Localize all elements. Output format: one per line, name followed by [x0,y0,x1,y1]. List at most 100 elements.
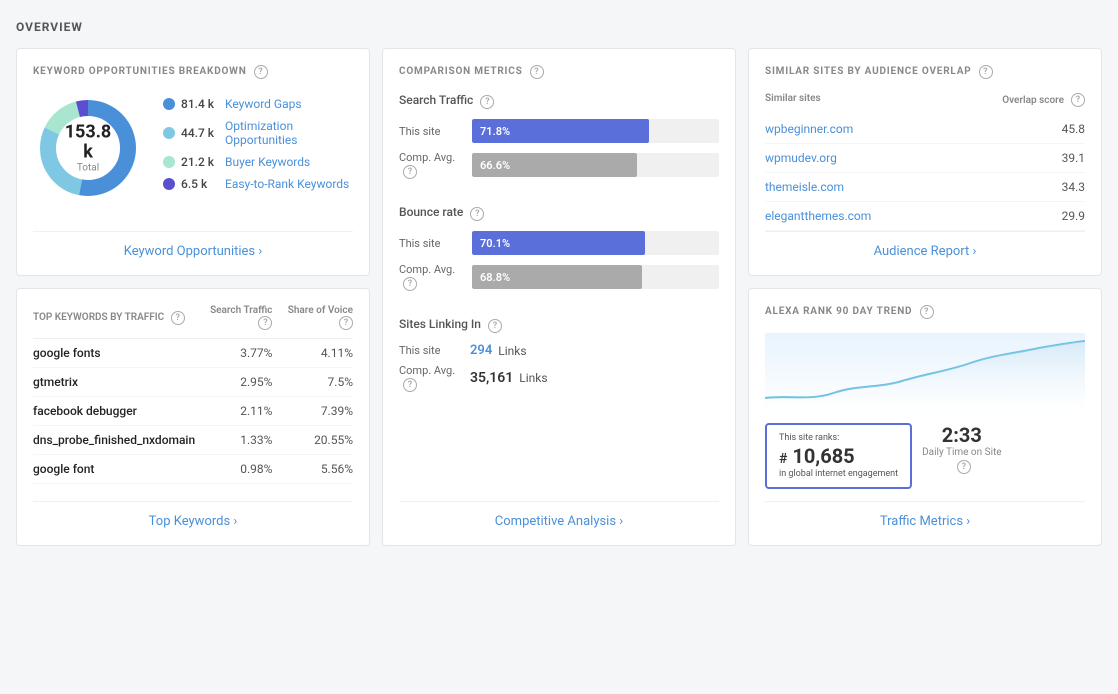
kw-table-row-2: facebook debugger 2.11% 7.39% [33,397,353,426]
similar-site-3[interactable]: elegantthemes.com [765,209,871,223]
donut-center: 153.8 k Total [61,123,116,174]
comparison-metrics-help-icon[interactable]: ? [530,65,544,79]
search-this-bar-wrap: 71.8% [472,119,719,143]
search-comp-bar-wrap: 66.6% [472,153,719,177]
legend-value-2: 21.2 k [181,155,219,169]
kw-table-row-1: gtmetrix 2.95% 7.5% [33,368,353,397]
donut-section: 153.8 k Total 81.4 k Keyword Gaps 44.7 k… [33,93,353,203]
donut-total-number: 153.8 k [61,123,116,163]
alexa-rank-sub: in global internet engagement [779,469,898,479]
top-keywords-card: TOP KEYWORDS BY TRAFFIC ? Search Traffic… [16,288,370,546]
similar-site-0[interactable]: wpbeginner.com [765,122,853,136]
search-this-bar: 71.8% [472,119,649,143]
kw-traffic-help-icon[interactable]: ? [258,316,272,330]
kw-share-help-icon[interactable]: ? [339,316,353,330]
bounce-rate-help-icon[interactable]: ? [470,207,484,221]
alexa-chart-svg [765,333,1085,413]
sites-comp-help-icon[interactable]: ? [403,378,417,392]
alexa-trend-chart [765,333,1085,413]
legend-item-2: 21.2 k Buyer Keywords [163,155,353,169]
similar-row-2: themeisle.com 34.3 [765,173,1085,202]
bounce-comp-help-icon[interactable]: ? [403,277,417,291]
legend-dot-2 [163,156,175,168]
sites-comp-text: Links [519,371,547,385]
comparison-metrics-card: COMPARISON METRICS ? Search Traffic ? Th… [382,48,736,546]
search-traffic-help-icon[interactable]: ? [480,95,494,109]
overlap-help-icon[interactable]: ? [1071,93,1085,107]
search-comp-row: Comp. Avg. ? 66.6% [399,151,719,179]
similar-score-1: 39.1 [1062,151,1085,165]
legend-link-1[interactable]: Optimization Opportunities [225,119,353,147]
kw-table-row-0: google fonts 3.77% 4.11% [33,339,353,368]
sites-linking-section: Sites Linking In ? This site 294 Links C… [399,317,719,398]
similar-score-0: 45.8 [1062,122,1085,136]
kw-cell-share-3: 20.55% [272,426,353,455]
similar-row-0: wpbeginner.com 45.8 [765,115,1085,144]
search-this-label: This site [399,125,464,138]
legend-value-0: 81.4 k [181,97,219,111]
traffic-metrics-link[interactable]: Traffic Metrics › [765,501,1085,529]
similar-col-overlap-wrap: Overlap score ? [1002,93,1085,107]
legend-link-3[interactable]: Easy-to-Rank Keywords [225,177,349,191]
sites-this-text: Links [498,344,526,358]
sites-linking-help-icon[interactable]: ? [488,319,502,333]
kw-cell-keyword-4: google font [33,455,195,484]
alexa-rank-number: # 10,685 [779,445,898,467]
kw-cell-keyword-2: facebook debugger [33,397,195,426]
alexa-rank-box: This site ranks: # 10,685 in global inte… [765,423,912,489]
legend-value-1: 44.7 k [181,126,219,140]
legend-value-3: 6.5 k [181,177,219,191]
competitive-analysis-link[interactable]: Competitive Analysis › [399,501,719,529]
bounce-this-label: This site [399,237,464,250]
legend-link-2[interactable]: Buyer Keywords [225,155,310,169]
page-title: OVERVIEW [16,20,1102,34]
legend-dot-0 [163,98,175,110]
keywords-table: TOP KEYWORDS BY TRAFFIC ? Search Traffic… [33,305,353,484]
similar-col-overlap: Overlap score [1002,95,1064,106]
keyword-breakdown-help-icon[interactable]: ? [254,65,268,79]
legend-dot-1 [163,127,175,139]
keyword-breakdown-card: KEYWORD OPPORTUNITIES BREAKDOWN ? [16,48,370,276]
kw-cell-traffic-2: 2.11% [195,397,272,426]
similar-row-1: wpmudev.org 39.1 [765,144,1085,173]
similar-sites-card: SIMILAR SITES BY AUDIENCE OVERLAP ? Simi… [748,48,1102,276]
similar-score-3: 29.9 [1062,209,1085,223]
audience-report-link[interactable]: Audience Report › [765,231,1085,259]
alexa-time-section: 2:33 Daily Time on Site ? [922,423,1001,474]
search-comp-help-icon[interactable]: ? [403,165,417,179]
legend-item-3: 6.5 k Easy-to-Rank Keywords [163,177,353,191]
similar-sites-title: SIMILAR SITES BY AUDIENCE OVERLAP ? [765,65,1085,79]
search-comp-bar: 66.6% [472,153,637,177]
alexa-help-icon[interactable]: ? [920,305,934,319]
alexa-time-help-icon[interactable]: ? [957,460,971,474]
comparison-metrics-title: COMPARISON METRICS ? [399,65,719,79]
kw-cell-traffic-0: 3.77% [195,339,272,368]
sites-this-row: This site 294 Links [399,343,719,358]
donut-total-label: Total [61,162,116,173]
kw-cell-keyword-1: gtmetrix [33,368,195,397]
bounce-comp-bar-wrap: 68.8% [472,265,719,289]
keyword-opportunities-link[interactable]: Keyword Opportunities › [33,231,353,259]
legend-item-1: 44.7 k Optimization Opportunities [163,119,353,147]
similar-sites-help-icon[interactable]: ? [979,65,993,79]
kw-help-icon[interactable]: ? [171,311,185,325]
bounce-rate-label: Bounce rate ? [399,205,719,221]
legend-dot-3 [163,178,175,190]
similar-row-3: elegantthemes.com 29.9 [765,202,1085,231]
legend-link-0[interactable]: Keyword Gaps [225,97,302,111]
bounce-this-bar-wrap: 70.1% [472,231,719,255]
kw-cell-share-0: 4.11% [272,339,353,368]
search-traffic-label: Search Traffic ? [399,93,719,109]
sites-comp-row: Comp. Avg. ? 35,161 Links [399,364,719,392]
kw-cell-keyword-3: dns_probe_finished_nxdomain [33,426,195,455]
similar-site-1[interactable]: wpmudev.org [765,151,837,165]
donut-chart: 153.8 k Total [33,93,143,203]
bounce-this-site-row: This site 70.1% [399,231,719,255]
bounce-comp-bar: 68.8% [472,265,642,289]
similar-site-2[interactable]: themeisle.com [765,180,844,194]
alexa-bottom-section: This site ranks: # 10,685 in global inte… [765,423,1085,489]
top-keywords-link[interactable]: Top Keywords › [33,501,353,529]
alexa-time-number: 2:33 [922,423,1001,447]
sites-comp-value: 35,161 [470,370,513,386]
kw-cell-traffic-4: 0.98% [195,455,272,484]
